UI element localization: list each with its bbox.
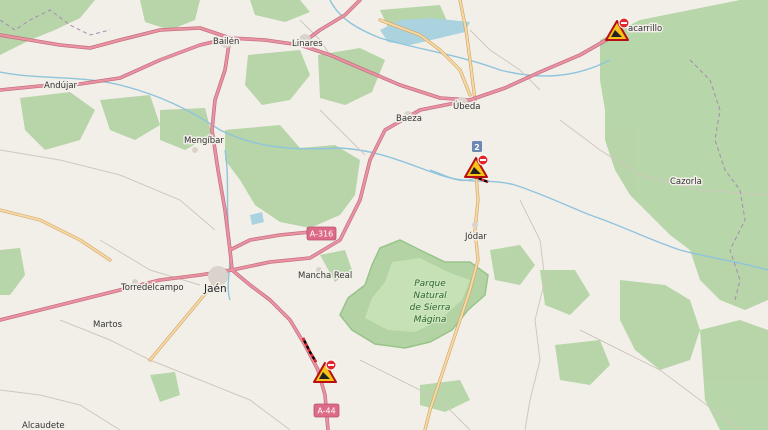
place-label-ubeda: Úbeda xyxy=(453,100,480,112)
map-layer: Bailén Linares Andújar Úbeda Baeza Mengí… xyxy=(0,0,768,430)
cluster-count: 2 xyxy=(474,143,480,152)
road-shield-a316: A-316 xyxy=(306,226,337,241)
place-label-linares: Linares xyxy=(292,39,323,49)
svg-text:A-44: A-44 xyxy=(317,407,335,416)
svg-text:Mágina: Mágina xyxy=(414,315,447,325)
place-label-alcaudete: Alcaudete xyxy=(22,421,65,430)
road-shield-a44: A-44 xyxy=(313,403,340,418)
place-label-martos: Martos xyxy=(93,320,123,330)
place-label-villacarrillo: acarrillo xyxy=(628,24,662,34)
place-label-baeza: Baeza xyxy=(396,114,422,124)
place-label-andujar: Andújar xyxy=(44,81,78,91)
place-label-cazorla: Cazorla xyxy=(670,177,702,187)
map-canvas[interactable]: Bailén Linares Andújar Úbeda Baeza Mengí… xyxy=(0,0,768,430)
place-label-mengibar: Mengíbar xyxy=(184,136,224,146)
place-label-jaen: Jaén xyxy=(203,283,227,295)
svg-text:A-316: A-316 xyxy=(310,230,333,239)
place-label-torredelcampo: Torredelcampo xyxy=(120,283,184,293)
place-label-jodar: Jódar xyxy=(464,231,487,242)
svg-text:Natural: Natural xyxy=(413,291,447,301)
svg-text:de Sierra: de Sierra xyxy=(410,303,451,313)
place-label-mancha-real: Mancha Real xyxy=(298,271,352,281)
place-label-bailen: Bailén xyxy=(213,36,239,47)
svg-text:Parque: Parque xyxy=(414,279,446,289)
